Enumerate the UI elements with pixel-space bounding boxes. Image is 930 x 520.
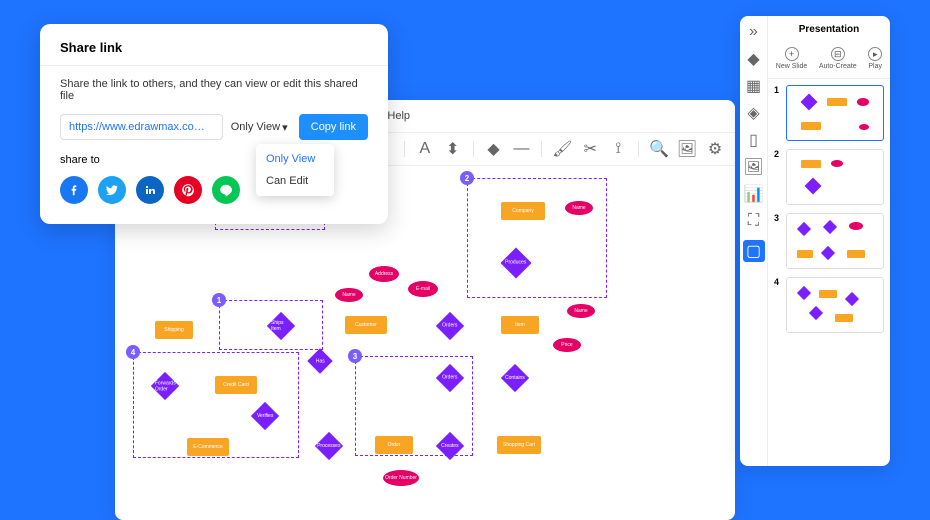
slide-thumb-2[interactable] [786,149,884,205]
selection-box [219,300,323,350]
chart-icon[interactable]: 📊 [746,186,762,202]
slide-item[interactable]: 4 [774,277,884,333]
fullscreen-icon[interactable]: ⛶ [746,213,762,229]
presentation-icon[interactable]: ▢ [743,240,765,262]
image-icon[interactable]: 🖼 [677,139,697,159]
entity-shopping-cart[interactable]: Shopping Cart [497,436,541,454]
selection-box [133,352,299,458]
action-processes[interactable]: Processes [315,432,343,460]
size-icon[interactable]: ⬍ [443,139,463,159]
entity-shipping[interactable]: Shipping [155,321,193,339]
collapse-icon[interactable]: » [746,24,762,40]
attribute-name[interactable]: Name [567,304,595,318]
share-title: Share link [60,40,368,55]
presentation-content: Presentation +New Slide ⊟Auto-Create ▸Pl… [768,16,890,466]
chevron-down-icon: ▾ [282,121,288,134]
entity-item[interactable]: Item [501,316,539,334]
pinterest-icon[interactable] [174,176,202,204]
share-url-field[interactable]: https://www.edrawmax.com/server... [60,114,223,140]
fill-icon[interactable]: ◆ [484,139,504,159]
attribute-order-number[interactable]: Order Number [383,470,419,486]
option-can-edit[interactable]: Can Edit [256,170,334,192]
slide-thumb-1[interactable] [786,85,884,141]
right-toolbar: » ◆ ▦ ◈ ▯ 🖼 📊 ⛶ ▢ [740,16,768,466]
permission-dropdown: Only View Can Edit [256,144,334,196]
slide-item[interactable]: 2 [774,149,884,205]
selection-badge: 4 [126,345,140,359]
settings-icon[interactable]: ⚙ [705,139,725,159]
attribute-name[interactable]: Name [335,288,363,302]
auto-create-button[interactable]: ⊟Auto-Create [819,47,857,70]
option-only-view[interactable]: Only View [256,148,334,170]
permission-select[interactable]: Only View ▾ [231,121,291,134]
selection-badge: 2 [460,171,474,185]
facebook-icon[interactable] [60,176,88,204]
fill-tool-icon[interactable]: ◆ [746,51,762,67]
attribute-price[interactable]: Price [553,338,581,352]
share-description: Share the link to others, and they can v… [60,78,368,102]
play-button[interactable]: ▸Play [868,47,882,70]
layers-icon[interactable]: ◈ [746,105,762,121]
twitter-icon[interactable] [98,176,126,204]
slide-item[interactable]: 3 [774,213,884,269]
attribute-e-mail[interactable]: E-mail [408,281,438,297]
selection-box [355,356,473,456]
font-icon[interactable]: A [415,139,435,159]
slide-thumb-4[interactable] [786,277,884,333]
share-dialog: Share link Share the link to others, and… [40,24,388,224]
selection-badge: 1 [212,293,226,307]
line-icon[interactable] [212,176,240,204]
action-orders[interactable]: Orders [436,312,464,340]
slide-thumb-3[interactable] [786,213,884,269]
eyedropper-icon[interactable]: ✂ [580,139,600,159]
linkedin-icon[interactable] [136,176,164,204]
copy-link-button[interactable]: Copy link [299,114,368,140]
selection-box [467,178,607,298]
new-slide-button[interactable]: +New Slide [776,47,808,70]
menu-help[interactable]: Help [387,110,410,122]
presentation-panel: » ◆ ▦ ◈ ▯ 🖼 📊 ⛶ ▢ Presentation +New Slid… [740,16,890,466]
search-icon[interactable]: 🔍 [649,139,669,159]
action-has[interactable]: Has [307,348,332,373]
line-icon[interactable]: ― [512,139,532,159]
presentation-title: Presentation [768,16,890,43]
page-icon[interactable]: ▯ [746,132,762,148]
grid-icon[interactable]: ▦ [746,78,762,94]
slide-list: 1 2 3 [768,79,890,466]
crop-icon[interactable]: ⟟ [608,139,628,159]
action-contains[interactable]: Contains [501,364,529,392]
paint-icon[interactable]: 🖌 [552,139,572,159]
picture-icon[interactable]: 🖼 [746,159,762,175]
selection-badge: 3 [348,349,362,363]
attribute-address[interactable]: Address [369,266,399,282]
slide-item[interactable]: 1 [774,85,884,141]
entity-customer[interactable]: Customer [345,316,387,334]
